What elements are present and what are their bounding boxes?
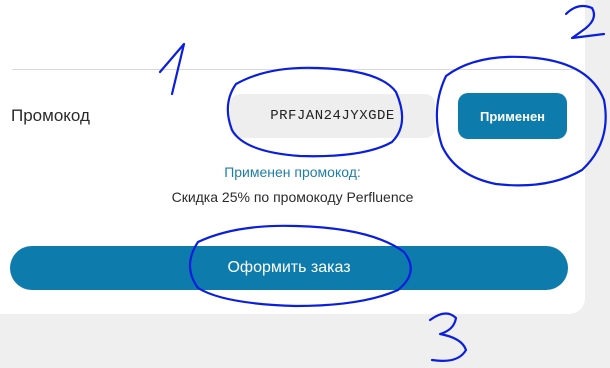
promo-discount-description: Скидка 25% по промокоду Perfluence xyxy=(171,189,414,205)
apply-promo-button[interactable]: Применен xyxy=(458,93,567,139)
promo-code-input[interactable] xyxy=(230,94,435,138)
divider xyxy=(12,69,573,70)
place-order-button[interactable]: Оформить заказ xyxy=(10,246,568,290)
annotation-digit-3 xyxy=(428,312,468,362)
promo-applied-title: Применен промокод: xyxy=(224,164,361,180)
checkout-card: Промокод Применен Применен промокод: Ски… xyxy=(0,0,585,314)
promo-code-label: Промокод xyxy=(11,106,90,125)
